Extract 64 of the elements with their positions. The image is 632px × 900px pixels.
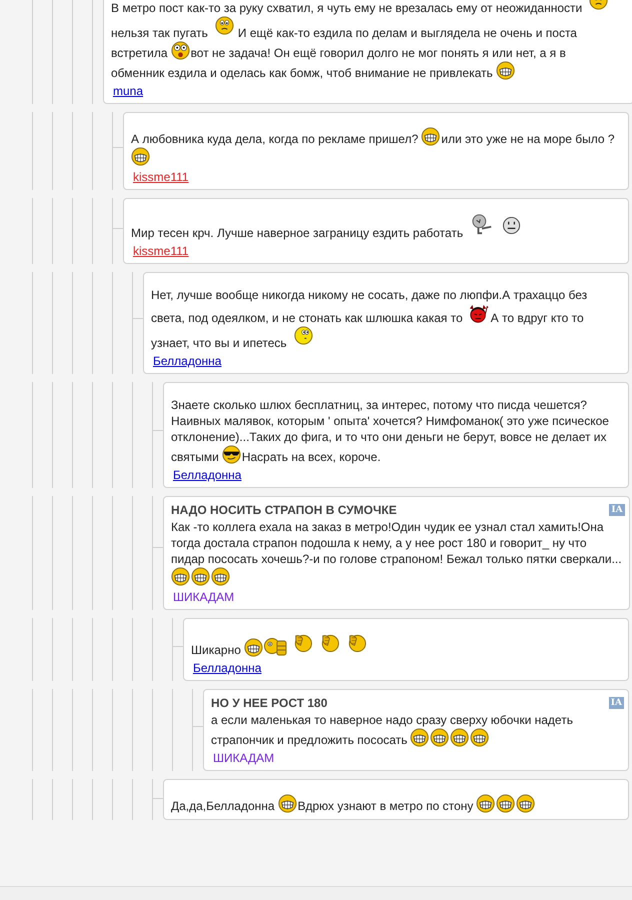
author-link[interactable]: ШИКАДАМ — [173, 590, 234, 604]
grinning-smiley-icon — [470, 728, 490, 747]
pointing-figure-icon — [470, 213, 494, 235]
message-text: встретила — [111, 45, 168, 61]
message-text: отклонение)...Таких до фига, и то что они деньги не берут, вовсе не делает их — [171, 429, 607, 445]
message-text: пидар пососать хочешь?-и по голове страпоном! Бежал только пятки сверкали... — [171, 551, 622, 567]
message-text: Насрать на всех, короче. — [242, 449, 381, 465]
facepalm-smiley-icon — [292, 633, 312, 652]
sunglasses-smiley-icon — [222, 445, 241, 464]
message-text: В метро пост как-то за руку схватил, я чуть ему не врезалась ему от неожиданности — [111, 0, 582, 16]
message-text: или это уже не на море было ? — [441, 131, 615, 147]
grinning-smiley-icon — [430, 728, 450, 747]
message-text: Знаете сколько шлюх бесплатниц, за интерес, потому что писда чешется? — [171, 397, 587, 413]
message-text: вот не задача! Он ещё говорил долго не мог понять я или нет, а я в — [190, 45, 566, 61]
message-text: святыми — [171, 449, 219, 465]
message-text: обменник ездила и оделась как бомж, чтоб внимание не привлекать — [111, 65, 493, 81]
message-text: А любовника куда дела, когда по рекламе пришел? — [131, 131, 418, 147]
grinning-smiley-icon — [278, 794, 297, 813]
message-text: Шикарно — [191, 642, 241, 658]
ia-badge: IA — [609, 504, 625, 516]
shocked-smiley-icon — [170, 41, 190, 60]
grinning-smiley-icon — [516, 794, 536, 813]
message-text: узнает, что вы и ипетесь — [151, 335, 287, 351]
grinning-smiley-icon — [410, 728, 430, 747]
thinking-smiley-icon — [294, 326, 313, 345]
worried-smiley-icon — [214, 16, 234, 35]
author-link[interactable]: ШИКАДАМ — [213, 751, 274, 765]
horizontal-scrollbar[interactable] — [0, 886, 632, 900]
author-link[interactable]: Белладонна — [193, 661, 262, 675]
post-title: НАДО НОСИТЬ СТРАПОН В СУМОЧКЕ — [171, 503, 397, 517]
message-text: а если маленькая то наверное надо сразу сверху юбочки надеть — [211, 712, 573, 728]
facepalm-smiley-icon — [320, 633, 339, 652]
neutral-smiley-icon — [502, 216, 522, 235]
ia-badge: IA — [608, 697, 624, 709]
message-text: света, под одеялком, и не стонать как шлюшка какая то — [151, 310, 463, 326]
grinning-smiley-icon — [211, 567, 230, 586]
grinning-smiley-icon — [244, 638, 263, 657]
message-text: Нет, лучше вообще никогда никому не сосать, даже по люпфи.А трахаццо без — [151, 287, 588, 303]
grinning-smiley-icon — [450, 728, 470, 747]
message-text: Вдрюх узнают в метро по стону — [298, 798, 474, 814]
grinning-smiley-icon — [496, 794, 516, 813]
author-link[interactable]: kissme111 — [133, 244, 189, 258]
author-link[interactable]: kissme111 — [133, 170, 189, 184]
message-text: тогда достала страпон подошла к нему, а у нее рост 180 и говорит_ ну что — [171, 535, 587, 551]
message-text: Да,да,Белладонна — [171, 798, 275, 814]
post-title: НО У НЕЕ РОСТ 180 — [211, 696, 328, 710]
message-text: А то вдруг кто то — [490, 310, 584, 326]
message-text: страпончик и предложить пососать — [211, 732, 408, 748]
message-text: Наивных малявок, которым ' опыта' хочется? Нимфоманок( это уже псическое — [171, 413, 609, 429]
facepalm-smiley-icon — [346, 633, 366, 652]
grinning-smiley-icon — [171, 567, 190, 586]
grinning-smiley-icon — [476, 794, 496, 813]
author-link[interactable]: Белладонна — [173, 468, 242, 482]
grinning-smiley-icon — [131, 147, 150, 166]
message-text: Мир тесен крч. Лучше наверное заграницу ездить работать — [131, 225, 464, 241]
grinning-smiley-icon — [496, 61, 515, 80]
author-link[interactable]: Белладонна — [153, 354, 222, 368]
message-text: Как -то коллега ехала на заказ в метро!Один чудик ее узнал стал хамить!Она — [171, 519, 604, 535]
grinning-smiley-icon — [191, 567, 210, 586]
message-text: нельзя так пугать — [111, 25, 208, 41]
grinning-smiley-icon — [421, 127, 440, 146]
author-link[interactable]: muna — [113, 84, 144, 98]
message-text: И ещё как-то ездила по делам и выглядела не очень и поста — [238, 25, 577, 41]
drinking-smiley-icon — [264, 635, 288, 657]
